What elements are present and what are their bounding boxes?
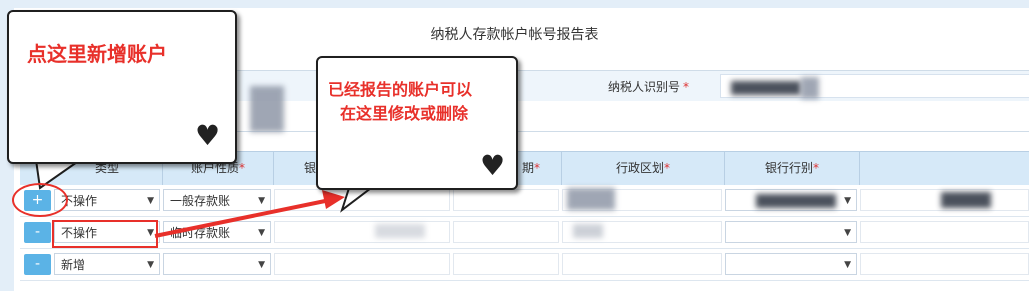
modify-callout-line1: 已经报告的账户可以 xyxy=(328,80,473,99)
add-account-callout: 点这里新增账户 ♥ xyxy=(7,10,237,164)
modify-callout-line2: 在这里修改或删除 xyxy=(340,104,469,123)
arrow-head xyxy=(322,190,345,209)
highlight-ring xyxy=(12,183,68,217)
red-arrow xyxy=(154,198,331,238)
highlight-box xyxy=(52,220,158,248)
heart-icon: ♥ xyxy=(195,119,221,152)
modify-account-callout: 已经报告的账户可以 在这里修改或删除 ♥ xyxy=(316,56,518,190)
add-account-callout-text: 点这里新增账户 xyxy=(27,42,167,66)
heart-icon: ♥ xyxy=(480,149,506,182)
